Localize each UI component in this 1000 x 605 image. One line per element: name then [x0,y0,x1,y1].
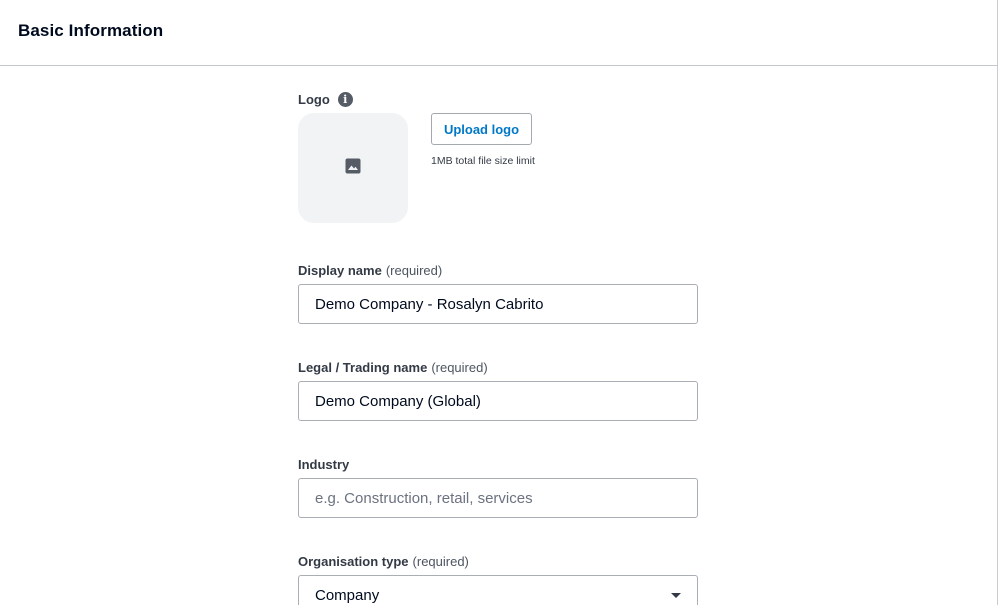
organisation-type-select[interactable]: Company [298,575,698,605]
logo-placeholder[interactable] [298,113,408,223]
logo-label: Logo [298,91,330,107]
section-header: Basic Information [0,0,997,66]
display-name-label-row: Display name (required) [298,261,698,279]
caret-down-icon [671,592,681,598]
logo-upload-area: Upload logo 1MB total file size limit [431,113,535,223]
image-icon [345,158,361,179]
legal-name-value: Demo Company (Global) [315,392,481,410]
required-marker: (required) [385,262,443,278]
display-name-label: Display name [298,262,382,278]
required-marker: (required) [412,553,469,569]
basic-info-form: Logo i Upload logo 1MB total file size l… [298,90,698,605]
org-type-label: Organisation type [298,553,409,569]
file-size-hint: 1MB total file size limit [431,155,535,167]
legal-name-label-row: Legal / Trading name (required) [298,358,698,376]
industry-field: Industry e.g. Construction, retail, serv… [298,455,698,518]
org-type-label-row: Organisation type (required) [298,552,698,570]
required-marker: (required) [431,359,488,375]
info-icon[interactable]: i [337,91,353,107]
logo-label-row: Logo i [298,90,698,108]
logo-block: Upload logo 1MB total file size limit [298,113,698,223]
display-name-value: Demo Company - Rosalyn Cabrito [315,295,544,313]
upload-logo-button[interactable]: Upload logo [431,113,532,145]
basic-information-page: Basic Information Logo i Upload logo 1MB… [0,0,998,605]
display-name-field: Display name (required) Demo Company - R… [298,261,698,324]
organisation-type-field: Organisation type (required) Company [298,552,698,605]
industry-input[interactable]: e.g. Construction, retail, services [298,478,698,518]
display-name-input[interactable]: Demo Company - Rosalyn Cabrito [298,284,698,324]
legal-name-input[interactable]: Demo Company (Global) [298,381,698,421]
section-title: Basic Information [18,20,164,40]
industry-label: Industry [298,456,350,472]
legal-name-label: Legal / Trading name [298,359,428,375]
legal-name-field: Legal / Trading name (required) Demo Com… [298,358,698,421]
industry-placeholder: e.g. Construction, retail, services [315,489,533,507]
industry-label-row: Industry [298,455,698,473]
org-type-value: Company [315,586,380,604]
